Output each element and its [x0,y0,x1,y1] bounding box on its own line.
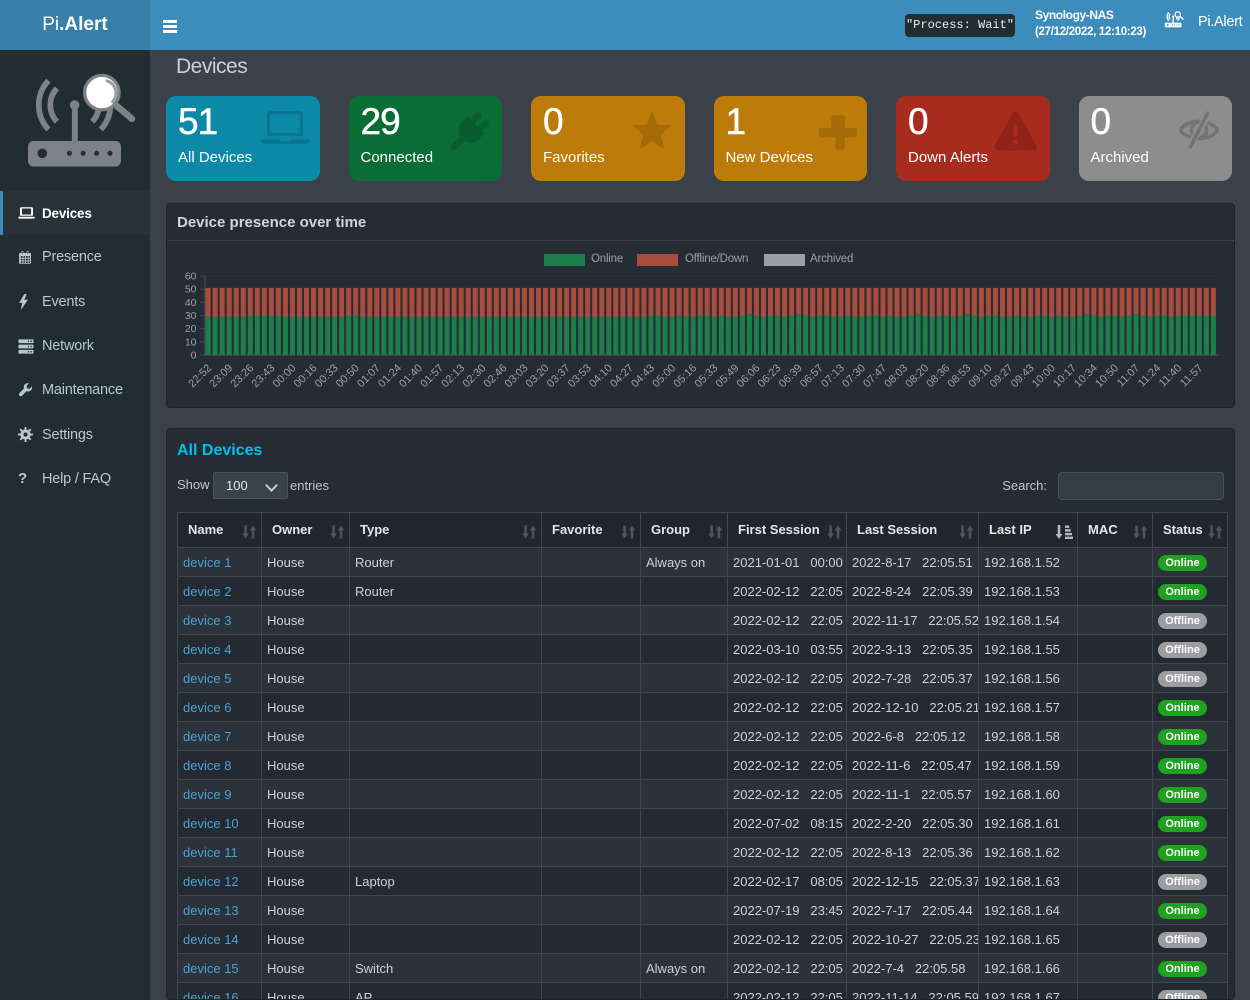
svg-text:01:40: 01:40 [397,362,425,390]
svg-text:10:34: 10:34 [1072,362,1100,390]
svg-text:08:36: 08:36 [924,362,952,390]
svg-text:20: 20 [185,323,197,335]
svg-text:10:00: 10:00 [1030,362,1058,390]
svg-text:02:13: 02:13 [439,362,467,390]
svg-text:09:43: 09:43 [1009,362,1037,390]
svg-text:0: 0 [191,350,197,362]
svg-text:04:43: 04:43 [629,362,657,390]
svg-text:50: 50 [185,284,197,296]
svg-text:60: 60 [185,271,197,283]
svg-text:22:52: 22:52 [186,362,214,390]
svg-text:03:53: 03:53 [566,362,594,390]
svg-text:04:10: 04:10 [587,362,615,390]
svg-text:00:50: 00:50 [334,362,362,390]
svg-text:00:00: 00:00 [271,362,299,390]
svg-text:02:46: 02:46 [482,362,510,390]
svg-text:10: 10 [185,336,197,348]
svg-text:23:26: 23:26 [228,362,256,390]
svg-text:23:43: 23:43 [250,362,278,390]
svg-text:08:03: 08:03 [882,362,910,390]
svg-text:08:53: 08:53 [945,362,973,390]
svg-text:01:57: 01:57 [418,362,446,390]
svg-text:05:33: 05:33 [692,362,720,390]
svg-text:06:06: 06:06 [735,362,763,390]
svg-text:05:16: 05:16 [671,362,699,390]
svg-text:10:17: 10:17 [1051,362,1079,390]
svg-text:11:24: 11:24 [1136,362,1163,389]
svg-text:01:07: 01:07 [355,362,383,390]
svg-text:06:39: 06:39 [777,362,805,390]
svg-text:01:24: 01:24 [376,362,404,390]
svg-text:09:10: 09:10 [967,362,995,390]
svg-text:03:20: 03:20 [524,362,552,390]
svg-text:07:47: 07:47 [861,362,889,390]
svg-text:11:07: 11:07 [1115,362,1142,389]
svg-text:10:50: 10:50 [1093,362,1121,390]
svg-text:05:00: 05:00 [650,362,678,390]
svg-text:03:37: 03:37 [545,362,573,390]
svg-text:00:33: 00:33 [313,362,341,390]
svg-text:11:57: 11:57 [1178,362,1205,389]
svg-text:11:40: 11:40 [1157,362,1184,389]
svg-text:06:23: 06:23 [756,362,784,390]
svg-text:04:27: 04:27 [608,362,636,390]
svg-text:05:49: 05:49 [714,362,742,390]
svg-text:00:16: 00:16 [292,362,320,390]
svg-text:09:27: 09:27 [988,362,1016,390]
svg-text:30: 30 [185,310,197,322]
svg-text:23:09: 23:09 [207,362,235,390]
svg-text:03:03: 03:03 [503,362,531,390]
svg-text:40: 40 [185,297,197,309]
svg-text:07:30: 07:30 [840,362,868,390]
svg-text:02:30: 02:30 [460,362,488,390]
svg-text:06:57: 06:57 [798,362,826,390]
svg-text:07:13: 07:13 [819,362,847,390]
svg-text:08:20: 08:20 [903,362,931,390]
